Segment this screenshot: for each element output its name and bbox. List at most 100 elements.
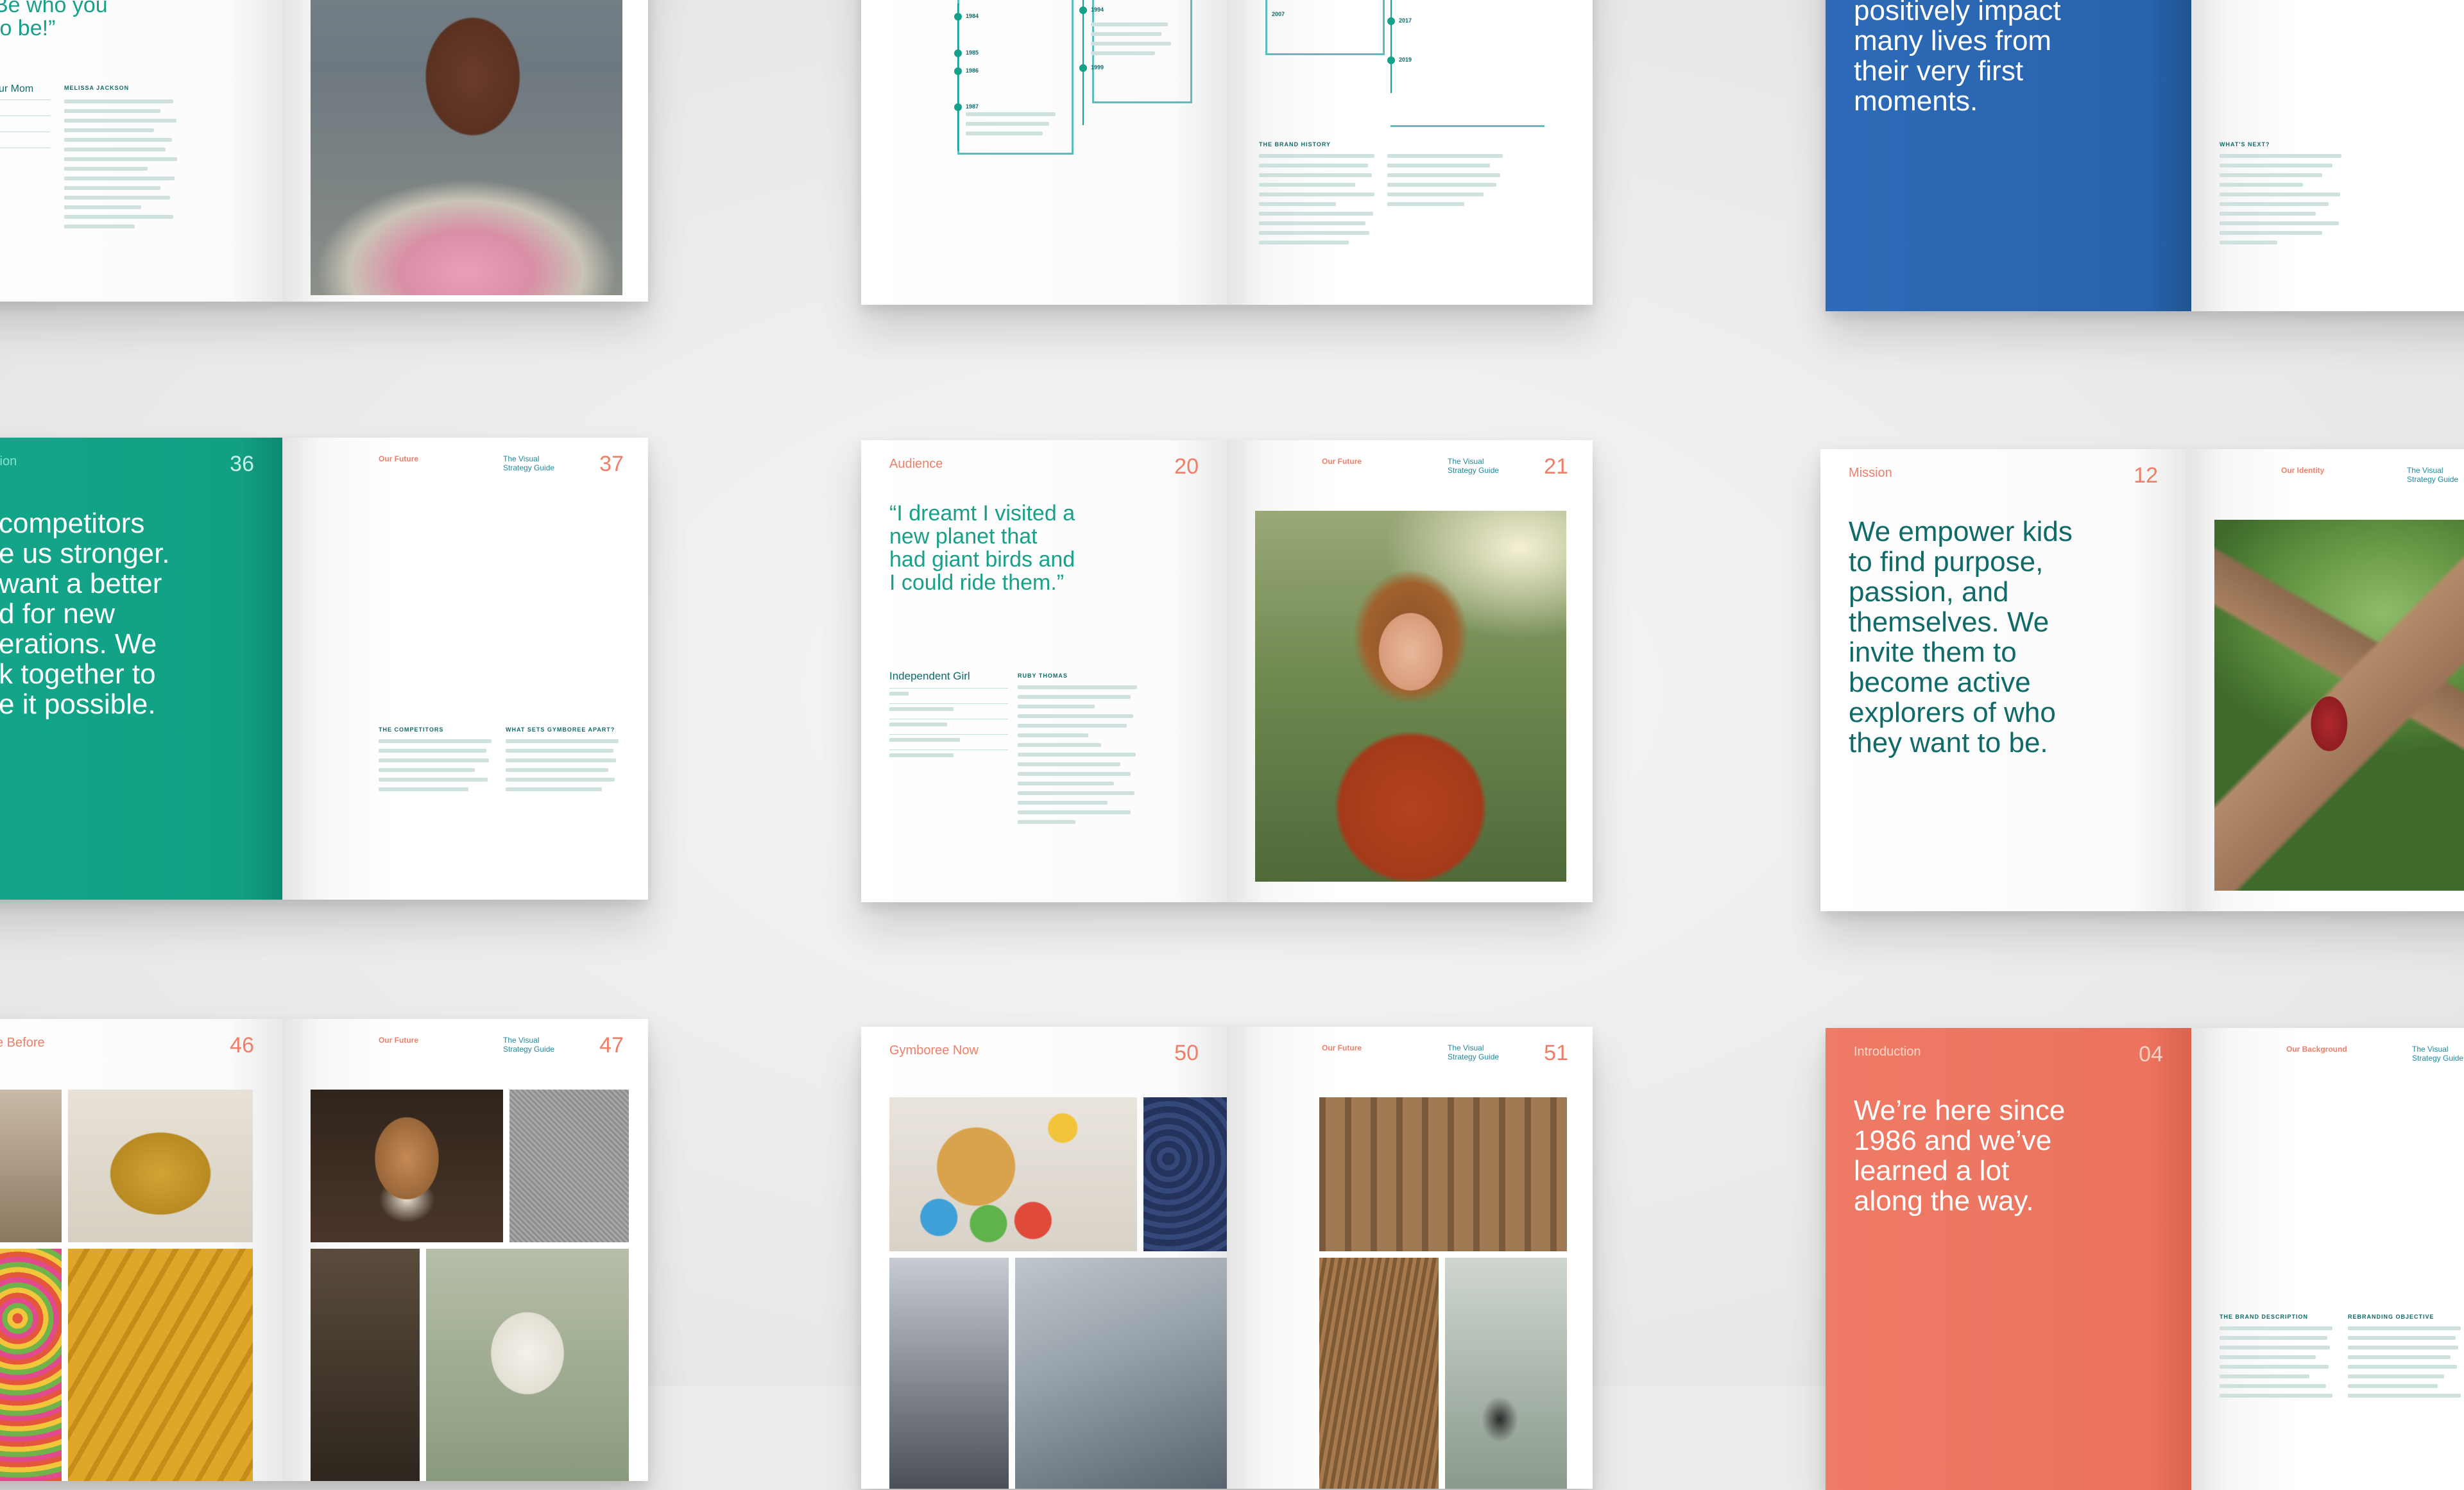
- page-left-now: Gymboree Now 50: [861, 1027, 1227, 1489]
- page-left-timeline: 1984 1985 1986 1987 1994 1999: [861, 0, 1227, 305]
- statement-line: positively impact: [1854, 0, 2061, 26]
- guide-title: The Visual Strategy Guide: [2412, 1045, 2464, 1063]
- timeline-dot: [1079, 64, 1087, 72]
- timeline-dot: [954, 49, 962, 57]
- page-right-background: Our Background The Visual Strategy Guide…: [2191, 1028, 2464, 1490]
- girl-portrait-photo: [1255, 511, 1566, 882]
- page-right-history: 2007 2017 2019 THE BRAND HISTORY: [1227, 0, 1593, 305]
- spread-top-center: 1984 1985 1986 1987 1994 1999 2007 2017 …: [861, 0, 1593, 305]
- timeline-year: 2007: [1272, 11, 1285, 17]
- guide-title: The Visual Strategy Guide: [1448, 457, 1500, 475]
- timeline-box: [1265, 0, 1385, 55]
- page-right-moodboard: Our Future The Visual Strategy Guide 47: [282, 1019, 648, 1481]
- section-label: Mission: [1849, 466, 1892, 480]
- statement-line: their very first: [1854, 55, 2024, 87]
- blueberries-photo: [1143, 1097, 1227, 1251]
- woman-portrait-photo: [311, 0, 622, 295]
- teddy-bear-photo: [311, 1090, 503, 1242]
- page-left-moodboard: e Before 46: [0, 1019, 282, 1481]
- page-right-competitors: Our Future The Visual Strategy Guide 37 …: [282, 438, 648, 900]
- page-right-now: Our Future The Visual Strategy Guide 51: [1227, 1027, 1593, 1489]
- statement-fragment: competitors e us stronger. want a better…: [0, 508, 268, 719]
- white-dog-photo: [426, 1249, 629, 1481]
- chapter-heading: Our Future: [1322, 457, 1362, 466]
- body-text: [64, 99, 180, 234]
- spread-top-left: Be who you to be!” ur Mom MELISSA JACKSO…: [0, 0, 648, 302]
- quote-line: to be!”: [0, 16, 56, 40]
- timeline-dot: [1079, 6, 1087, 14]
- statement-line: d for new: [0, 598, 115, 629]
- treehouse-photo: [1319, 1097, 1567, 1251]
- page-number: 50: [1174, 1041, 1199, 1065]
- divider: [0, 99, 50, 100]
- timeline-dot: [1387, 56, 1395, 64]
- guide-title: The Visual Strategy Guide: [1448, 1043, 1500, 1061]
- page-left-mission: Mission 12 We empower kids to find purpo…: [1820, 449, 2186, 911]
- persona-author: RUBY THOMAS: [1018, 672, 1068, 679]
- newspaper-photo: [1015, 1258, 1227, 1489]
- statement-fragment: positively impact many lives from their …: [1854, 0, 2123, 116]
- timeline-year: 1994: [1091, 6, 1104, 13]
- page-left-audience: Audience 20 “I dreamt I visited a new pl…: [861, 440, 1227, 902]
- page-number: 51: [1544, 1041, 1568, 1065]
- timeline-text: [966, 112, 1062, 141]
- grey-fabric-photo: [509, 1090, 629, 1242]
- room-photo: [0, 1090, 62, 1242]
- timeline-line: [1390, 0, 1392, 93]
- page-number: 04: [2139, 1042, 2163, 1066]
- timeline-dot: [954, 67, 962, 75]
- timeline-year: 1987: [966, 103, 979, 110]
- statement-line: k together to: [0, 658, 156, 690]
- quote-fragment: Be who you to be!”: [0, 0, 108, 40]
- statement-line: competitors: [0, 508, 145, 539]
- spread-top-right: positively impact many lives from their …: [1826, 0, 2464, 311]
- timeline-year: 1984: [966, 13, 979, 19]
- chapter-heading: Our Future: [1322, 1043, 1362, 1052]
- timeline-year: 1999: [1091, 64, 1104, 71]
- spread-middle-right: Mission 12 We empower kids to find purpo…: [1820, 449, 2464, 911]
- persona-name: ur Mom: [0, 83, 34, 94]
- child-climbing-tree-photo: [2214, 520, 2464, 891]
- yellow-armchair-photo: [68, 1090, 253, 1242]
- page-left-blue: positively impact many lives from their …: [1826, 0, 2191, 311]
- chapter-heading: Our Identity: [2281, 466, 2325, 475]
- statement-line: erations. We: [0, 628, 157, 660]
- next-heading: WHAT'S NEXT?: [2220, 141, 2270, 148]
- page-number: 37: [599, 452, 624, 476]
- section-label: tion: [0, 454, 17, 468]
- page-left: Be who you to be!” ur Mom MELISSA JACKSO…: [0, 0, 282, 302]
- chapter-heading: Our Future: [379, 454, 418, 463]
- page-number: 12: [2134, 463, 2158, 488]
- next-text: [2220, 154, 2348, 250]
- timeline-line: [1082, 0, 1084, 125]
- timeline-dot: [954, 103, 962, 111]
- page-left-green: tion 36 competitors e us stronger. want …: [0, 438, 282, 900]
- guide-title: The Visual Strategy Guide: [503, 454, 555, 472]
- child-outdoors-photo: [1445, 1258, 1567, 1489]
- page-number: 47: [599, 1033, 624, 1058]
- timeline-text: [1091, 22, 1174, 61]
- statement-line: e it possible.: [0, 689, 156, 720]
- apart-text: [506, 739, 621, 797]
- spread-bottom-center: Gymboree Now 50 Our Future The Visual St…: [861, 1027, 1593, 1489]
- statement-line: e us stronger.: [0, 538, 170, 569]
- persona-details: [889, 692, 966, 769]
- page-right-photo: Our Future The Visual Strategy Guide 21: [1227, 440, 1593, 902]
- guide-title: The Visual Strategy Guide: [503, 1036, 555, 1054]
- divider: [1390, 125, 1544, 127]
- history-text: [1387, 154, 1509, 212]
- history-heading: THE BRAND HISTORY: [1259, 141, 1331, 148]
- timeline-year: 1985: [966, 49, 979, 56]
- intro-statement: We’re here since 1986 and we’ve learned …: [1854, 1095, 2066, 1217]
- dark-photo: [311, 1249, 420, 1481]
- persona-text: [1018, 685, 1140, 830]
- page-number: 21: [1544, 454, 1568, 479]
- statement-line: moments.: [1854, 85, 1978, 117]
- timeline-year: 1986: [966, 67, 979, 74]
- divider: [889, 688, 1008, 689]
- wooden-toys-photo: [889, 1097, 1137, 1251]
- statement-line: want a better: [0, 568, 162, 599]
- competitors-heading: THE COMPETITORS: [379, 726, 444, 733]
- objective-heading: REBRANDING OBJECTIVE: [2348, 1314, 2434, 1320]
- objective-text: [2348, 1326, 2463, 1403]
